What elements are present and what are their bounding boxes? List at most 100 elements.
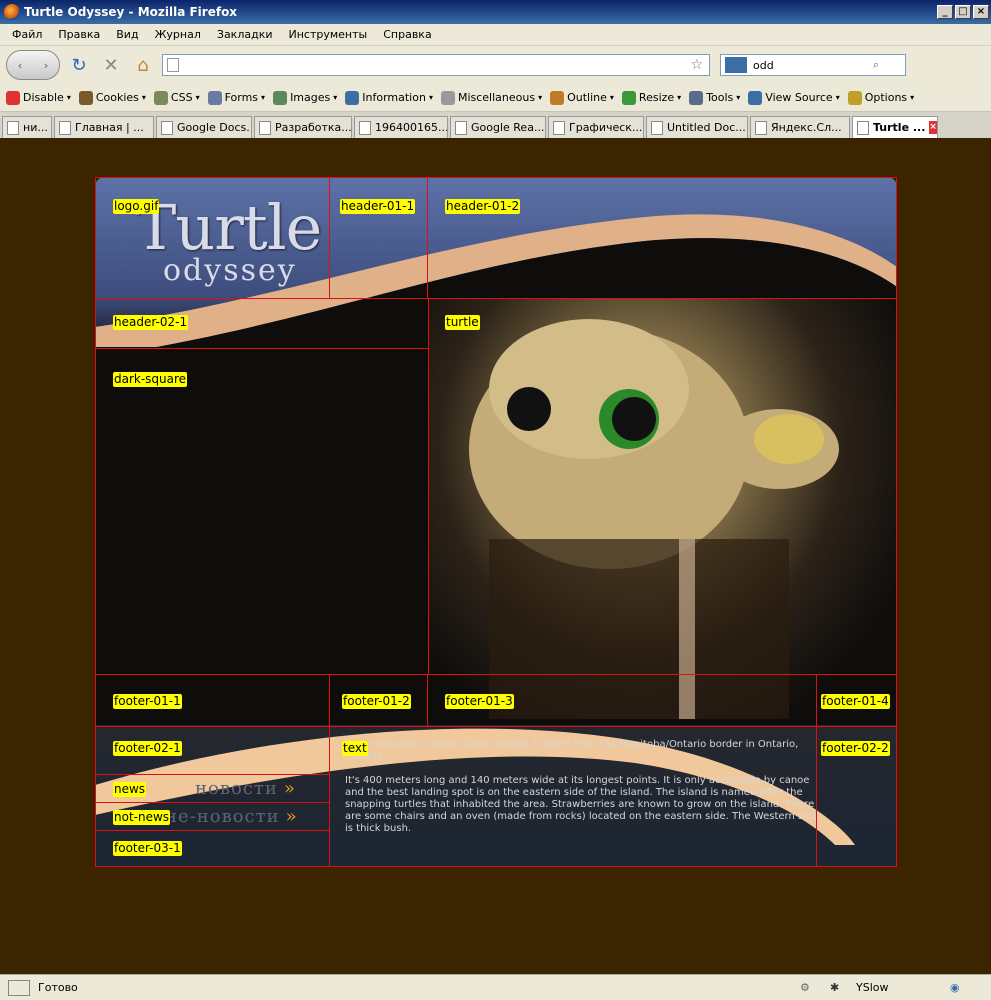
label-not-news: not-news [113,810,171,825]
browser-tab[interactable]: Разработка... [254,116,352,138]
turtle-photo [429,299,897,719]
label-footer-03-1: footer-03-1 [113,841,182,856]
back-forward-buttons[interactable]: ‹ › [6,50,60,80]
browser-tab[interactable]: ни... [2,116,52,138]
firebug-icon[interactable]: ✱ [830,981,839,994]
chevron-down-icon: ▾ [736,93,741,102]
devbar-icon [689,90,704,105]
menu-tools[interactable]: Инструменты [289,28,368,41]
devbar-label: Tools [706,91,734,104]
stop-icon[interactable]: ✕ [98,55,124,76]
devbar-icon [847,90,862,105]
label-logo: logo.gif [113,199,160,214]
tab-label[interactable]: Яндекс.Сл... [771,121,842,134]
chevron-down-icon: ▾ [910,93,915,102]
devbar-label: View Source [765,91,833,104]
devbar-icon [440,90,455,105]
search-input[interactable] [753,58,873,72]
reload-icon[interactable]: ↻ [66,55,92,76]
close-tab-icon[interactable]: × [929,121,937,134]
devbar-item-cookies[interactable]: Cookies ▾ [78,90,146,105]
chevron-down-icon: ▾ [835,93,840,102]
tab-favicon-icon [857,120,869,135]
network-icon[interactable]: ◉ [950,981,960,994]
browser-tab[interactable]: Графическ... [548,116,644,138]
nav-news-arrow: » [283,778,296,799]
devbar-icon [6,90,20,105]
devbar-icon [345,90,360,105]
chevron-down-icon: ▾ [261,93,266,102]
settings-gear-icon[interactable]: ⚙ [800,981,810,994]
tab-label[interactable]: Графическ... [569,121,642,134]
yslow-button[interactable]: YSlow [856,981,888,994]
browser-tab[interactable]: 196400165... [354,116,448,138]
tab-favicon-icon [161,120,173,135]
window-titlebar: Turtle Odyssey - Mozilla Firefox _ □ × [0,0,991,24]
label-text: text [342,741,368,756]
devbar-item-forms[interactable]: Forms ▾ [207,90,266,105]
devbar-label: CSS [170,91,193,104]
nav-not-news-arrow: » [285,806,298,827]
nav-news[interactable]: новости» [195,775,315,803]
firefox-icon [4,4,20,20]
devbar-item-options[interactable]: Options ▾ [847,90,915,105]
text-paragraph-2: It's 400 meters long and 140 meters wide… [345,775,819,834]
devbar-item-tools[interactable]: Tools ▾ [689,90,741,105]
menu-edit[interactable]: Правка [58,28,100,41]
menu-history[interactable]: Журнал [155,28,201,41]
tab-bar: ни... Главная | ... Google Docs... Разработ… [0,112,991,138]
menu-help[interactable]: Справка [383,28,431,41]
minimize-button[interactable]: _ [937,5,953,19]
url-bar[interactable]: ☆ [162,54,710,76]
search-engine-icon[interactable] [725,57,747,73]
status-text: Готово [38,981,78,994]
devbar-item-images[interactable]: Images ▾ [273,90,337,105]
menu-bar: Файл Правка Вид Журнал Закладки Инструме… [0,24,991,46]
browser-tab[interactable]: Главная | ... [54,116,154,138]
devbar-item-view-source[interactable]: View Source ▾ [748,90,840,105]
menu-bookmarks[interactable]: Закладки [217,28,273,41]
status-bar: Готово ⚙ ✱ YSlow ◉ [0,974,991,1000]
devbar-label: Miscellaneous [457,91,536,104]
devbar-item-resize[interactable]: Resize ▾ [621,90,682,105]
resize-grip-icon[interactable] [8,979,30,996]
bookmark-star-icon[interactable]: ☆ [690,57,703,73]
dark-square [95,347,429,673]
main-text: Turtle Island is a small island located … [345,739,825,835]
browser-tab[interactable]: Яндекс.Сл... [750,116,850,138]
menu-file[interactable]: Файл [12,28,42,41]
tab-favicon-icon [359,120,371,135]
browser-tab[interactable]: Google Rea... [450,116,546,138]
close-window-button[interactable]: × [973,5,989,19]
search-icon[interactable]: ⌕ [873,58,879,72]
text-paragraph-1: Turtle Island is a small island located … [345,739,799,762]
nav-news-label[interactable]: новости [195,778,278,799]
forward-arrow-icon[interactable]: › [44,59,49,72]
tab-label[interactable]: Google Rea... [471,121,544,134]
menu-view[interactable]: Вид [116,28,138,41]
tab-label[interactable]: Untitled Doc... [667,121,746,134]
nav-not-news[interactable]: не-новости» [165,803,325,831]
back-arrow-icon[interactable]: ‹ [18,59,23,72]
devbar-item-information[interactable]: Information ▾ [345,90,433,105]
chevron-down-icon: ▾ [677,93,682,102]
tab-label[interactable]: Разработка... [275,121,351,134]
devbar-item-disable[interactable]: Disable ▾ [6,90,71,105]
search-bar[interactable]: ⌕ [720,54,906,76]
devbar-item-outline[interactable]: Outline ▾ [550,90,614,105]
home-icon[interactable]: ⌂ [130,55,156,76]
devbar-label: Images [290,91,331,104]
browser-tab[interactable]: Untitled Doc... [646,116,748,138]
devbar-icon [748,90,763,105]
maximize-button[interactable]: □ [955,5,971,19]
tab-label[interactable]: Google Docs... [177,121,251,134]
browser-tab[interactable]: Turtle ... × [852,116,938,138]
browser-tab[interactable]: Google Docs... [156,116,252,138]
nav-not-news-label[interactable]: не-новости [165,806,280,827]
tab-label[interactable]: 196400165... [375,121,447,134]
tab-label[interactable]: ни... [23,121,48,134]
devbar-item-miscellaneous[interactable]: Miscellaneous ▾ [440,90,542,105]
devbar-item-css[interactable]: CSS ▾ [153,90,200,105]
tab-label[interactable]: Главная | ... [75,121,144,134]
tab-label[interactable]: Turtle ... [873,121,925,134]
